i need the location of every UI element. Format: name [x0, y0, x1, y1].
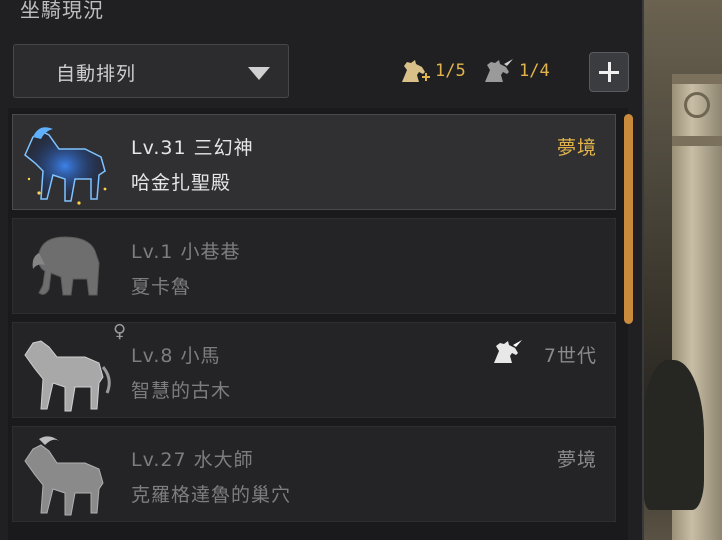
mount-generation: 7世代 [543, 345, 597, 367]
unicorn-slot-count: 1/4 [519, 61, 550, 81]
mount-list-item[interactable]: Lv.1 小巷巷 夏卡魯 [12, 218, 616, 314]
pillar-rosette [684, 92, 710, 118]
mount-list-item[interactable]: Lv.27 水大師 克羅格達魯的巢穴 夢境 [12, 426, 616, 522]
mount-tag: 夢境 [556, 137, 597, 159]
mount-name: Lv.31 三幻神 [131, 137, 254, 159]
rock-shadow [644, 360, 704, 510]
unicorn-head-icon [494, 340, 522, 363]
blue-spirit-horse-thumbnail [24, 127, 107, 205]
panel-title: 坐騎現況 [20, 0, 104, 22]
grey-horse-thumbnail [24, 436, 104, 516]
mount-list-item[interactable]: Lv.31 三幻神 哈金扎聖殿 夢境 [12, 114, 616, 210]
horse-slot-count: 1/5 [435, 61, 466, 81]
chevron-down-icon [248, 67, 270, 80]
sort-dropdown[interactable]: 自動排列 [13, 44, 289, 98]
sort-dropdown-label: 自動排列 [56, 63, 137, 85]
pillar-band [672, 74, 722, 84]
add-mount-button[interactable] [589, 52, 629, 92]
mount-name: Lv.27 水大師 [131, 449, 254, 471]
mount-name: Lv.8 小馬 [131, 345, 221, 367]
horse-slot-counter: 1/5 [398, 58, 466, 84]
white-horse-thumbnail [24, 340, 111, 412]
mount-tag: 夢境 [556, 449, 597, 471]
elephant-thumbnail [32, 236, 100, 296]
mount-location: 夏卡魯 [131, 276, 192, 298]
pillar-band [672, 136, 722, 146]
mount-location: 克羅格達魯的巢穴 [131, 484, 292, 506]
mount-list[interactable]: Lv.31 三幻神 哈金扎聖殿 夢境 Lv.1 小巷巷 夏卡魯 ♀ Lv.8 小… [8, 108, 628, 540]
list-scrollbar[interactable] [624, 114, 633, 324]
mount-name: Lv.1 小巷巷 [131, 241, 241, 263]
mount-location: 智慧的古木 [131, 380, 232, 402]
unicorn-head-icon [485, 59, 513, 82]
game-world-background [644, 0, 722, 540]
mount-list-item[interactable]: ♀ Lv.8 小馬 智慧的古木 7世代 [12, 321, 616, 418]
unicorn-slot-counter: 1/4 [482, 58, 550, 84]
mount-status-panel: 坐騎現況 自動排列 1/5 1/4 Lv.31 三幻神 哈金扎聖殿 夢境 Lv.… [0, 0, 644, 540]
horse-head-icon [402, 60, 430, 82]
mount-location: 哈金扎聖殿 [131, 172, 232, 194]
